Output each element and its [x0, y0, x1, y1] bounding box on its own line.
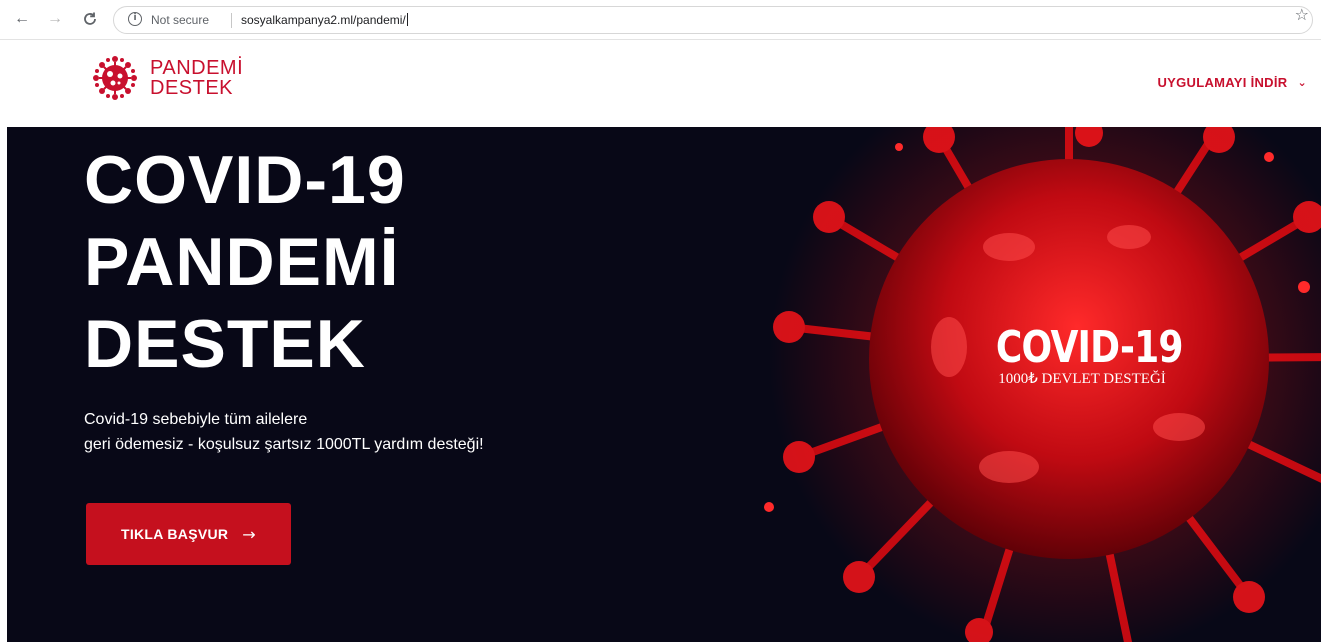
- download-app-label: UYGULAMAYI İNDİR: [1157, 75, 1288, 90]
- logo-line-1: PANDEMİ: [150, 57, 244, 79]
- browser-toolbar: ← → i Not secure sosyalkampanya2.ml/pand…: [0, 0, 1321, 40]
- hero-description-line-2: geri ödemesiz - koşulsuz şartsız 1000TL …: [84, 436, 484, 453]
- download-app-menu[interactable]: UYGULAMAYI İNDİR ⌄: [1157, 75, 1307, 90]
- url-text[interactable]: sosyalkampanya2.ml/pandemi/: [241, 13, 408, 27]
- hero-title: COVID-19 PANDEMİ DESTEK: [84, 139, 406, 385]
- site-header: PANDEMİ DESTEK UYGULAMAYI İNDİR ⌄: [0, 41, 1321, 127]
- virus-label: COVID-19 1000₺ DEVLET DESTEĞİ: [977, 322, 1187, 388]
- site-logo[interactable]: PANDEMİ DESTEK: [84, 53, 254, 103]
- hero-description-line-1: Covid-19 sebebiyle tüm ailelere: [84, 411, 308, 428]
- arrow-right-icon: →: [242, 524, 257, 544]
- virus-title: COVID-19: [995, 322, 1184, 373]
- reload-icon[interactable]: [80, 9, 100, 29]
- apply-button[interactable]: TIKLA BAŞVUR →: [86, 503, 291, 565]
- chevron-down-icon: ⌄: [1297, 76, 1307, 89]
- hero-title-line: COVID-19: [84, 142, 406, 218]
- virus-subtitle: 1000₺ DEVLET DESTEĞİ: [998, 371, 1166, 387]
- hero-description: Covid-19 sebebiyle tüm ailelere geri öde…: [84, 407, 484, 457]
- star-icon[interactable]: ☆: [1295, 5, 1309, 24]
- hero-title-line: PANDEMİ: [84, 224, 400, 300]
- info-icon[interactable]: i: [128, 12, 142, 26]
- logo-text: PANDEMİ DESTEK: [150, 58, 243, 98]
- hero-section: COVID-19 PANDEMİ DESTEK Covid-19 sebebiy…: [7, 127, 1321, 642]
- virus-logo-icon: [93, 56, 137, 100]
- virus-illustration: COVID-19 1000₺ DEVLET DESTEĞİ: [749, 127, 1321, 642]
- forward-arrow-icon[interactable]: →: [45, 9, 65, 29]
- apply-button-label: TIKLA BAŞVUR: [120, 526, 229, 542]
- hero-title-line: DESTEK: [84, 306, 366, 382]
- back-arrow-icon[interactable]: ←: [12, 9, 32, 29]
- omnibox-divider: [231, 13, 232, 28]
- address-bar[interactable]: i Not secure sosyalkampanya2.ml/pandemi/: [113, 6, 1313, 34]
- security-label: Not secure: [151, 13, 210, 27]
- logo-line-2: DESTEK: [150, 77, 234, 99]
